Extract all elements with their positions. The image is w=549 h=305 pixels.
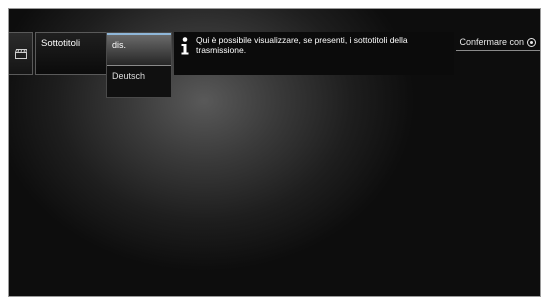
clapperboard-icon: [14, 48, 27, 59]
subtitle-options-list: dis. Deutsch: [106, 32, 172, 98]
info-panel: Qui è possibile visualizzare, se present…: [174, 32, 454, 75]
info-icon: [181, 37, 189, 55]
option-deutsch[interactable]: Deutsch: [107, 65, 171, 97]
menu-item-subtitles[interactable]: Sottotitoli: [35, 32, 107, 75]
option-off[interactable]: dis.: [107, 33, 171, 65]
option-label: dis.: [112, 40, 127, 50]
tv-screen: Sottotitoli dis. Deutsch Qui è possibile…: [8, 8, 541, 297]
confirm-hint: Confermare con: [459, 37, 536, 47]
info-text: Qui è possibile visualizzare, se present…: [196, 35, 408, 55]
menu-item-label: Sottotitoli: [41, 38, 81, 49]
option-label: Deutsch: [112, 71, 146, 81]
ok-button-icon: [527, 37, 536, 47]
confirm-label: Confermare con: [459, 37, 524, 47]
divider: [456, 50, 540, 51]
media-menu-tab[interactable]: [9, 32, 33, 75]
